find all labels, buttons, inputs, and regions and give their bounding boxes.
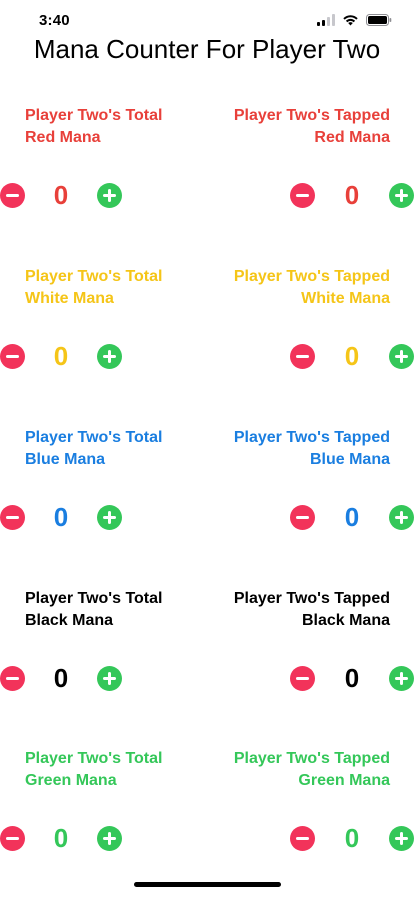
- total-red-mana-label: Player Two's Total Red Mana: [25, 105, 162, 149]
- total-green-mana-label: Player Two's Total Green Mana: [25, 748, 162, 792]
- battery-icon: [366, 14, 392, 26]
- total-green-mana-value: 0: [53, 823, 69, 853]
- plus-circle-icon: [97, 666, 122, 691]
- plus-circle-icon: [389, 826, 414, 851]
- tapped-black-mana-label: Player Two's Tapped Black Mana: [234, 588, 390, 632]
- mana-row-blue: Player Two's Total Blue Mana 0 Player Two's…: [0, 427, 414, 588]
- tapped-green-mana-value: 0: [344, 823, 360, 853]
- status-icons: [317, 14, 392, 26]
- total-black-decrement-button[interactable]: [0, 666, 25, 691]
- total-blue-decrement-button[interactable]: [0, 505, 25, 530]
- minus-circle-icon: [0, 826, 25, 851]
- plus-circle-icon: [97, 183, 122, 208]
- label-line: White Mana: [301, 290, 390, 307]
- mana-row-red: Player Two's Total Red Mana 0 Player Two's …: [0, 105, 414, 266]
- tapped-blue-increment-button[interactable]: [389, 505, 414, 530]
- label-line: Green Mana: [298, 772, 390, 789]
- tapped-white-increment-button[interactable]: [389, 344, 414, 369]
- tapped-white-decrement-button[interactable]: [290, 344, 315, 369]
- label-line: Player Two's Total: [25, 750, 163, 767]
- total-green-increment-button[interactable]: [97, 826, 122, 851]
- home-indicator[interactable]: [134, 882, 281, 887]
- plus-circle-icon: [97, 505, 122, 530]
- label-line: Player Two's Total: [25, 268, 163, 285]
- label-line: Player Two's Tapped: [233, 429, 390, 446]
- total-white-mana-label: Player Two's Total White Mana: [25, 266, 162, 310]
- label-line: Red Mana: [25, 129, 101, 146]
- tapped-black-mana-value: 0: [344, 663, 360, 693]
- minus-circle-icon: [0, 344, 25, 369]
- tapped-blue-decrement-button[interactable]: [290, 505, 315, 530]
- total-black-mana-label: Player Two's Total Black Mana: [25, 588, 162, 632]
- tapped-blue-mana-label: Player Two's Tapped Blue Mana: [234, 427, 390, 471]
- total-black-mana-value: 0: [53, 663, 69, 693]
- wifi-icon: [343, 15, 358, 26]
- cellular-signal-icon: [317, 14, 335, 26]
- total-blue-mana-value: 0: [53, 502, 69, 532]
- label-line: Green Mana: [25, 772, 117, 789]
- minus-circle-icon: [290, 344, 315, 369]
- tapped-red-decrement-button[interactable]: [290, 183, 315, 208]
- label-line: Black Mana: [301, 612, 390, 629]
- label-line: Red Mana: [314, 129, 390, 146]
- minus-circle-icon: [290, 666, 315, 691]
- plus-circle-icon: [389, 344, 414, 369]
- label-line: Player Two's Tapped: [233, 107, 390, 124]
- total-white-decrement-button[interactable]: [0, 344, 25, 369]
- label-line: Blue Mana: [25, 451, 106, 468]
- tapped-green-decrement-button[interactable]: [290, 826, 315, 851]
- label-line: White Mana: [25, 290, 114, 307]
- tapped-white-mana-value: 0: [344, 341, 360, 371]
- total-red-mana-value: 0: [53, 180, 69, 210]
- minus-circle-icon: [290, 183, 315, 208]
- tapped-green-increment-button[interactable]: [389, 826, 414, 851]
- plus-circle-icon: [389, 183, 414, 208]
- total-blue-mana-label: Player Two's Total Blue Mana: [25, 427, 162, 471]
- tapped-green-mana-label: Player Two's Tapped Green Mana: [234, 748, 390, 792]
- minus-circle-icon: [0, 666, 25, 691]
- total-black-increment-button[interactable]: [97, 666, 122, 691]
- tapped-red-mana-label: Player Two's Tapped Red Mana: [234, 105, 390, 149]
- label-line: Player Two's Total: [25, 107, 163, 124]
- status-time: 3:40: [39, 12, 70, 29]
- total-green-decrement-button[interactable]: [0, 826, 25, 851]
- label-line: Player Two's Total: [25, 429, 163, 446]
- mana-row-black: Player Two's Total Black Mana 0 Player Two'…: [0, 588, 414, 749]
- tapped-red-mana-value: 0: [344, 180, 360, 210]
- total-white-increment-button[interactable]: [97, 344, 122, 369]
- plus-circle-icon: [389, 505, 414, 530]
- label-line: Player Two's Tapped: [233, 268, 390, 285]
- total-red-increment-button[interactable]: [97, 183, 122, 208]
- mana-row-white: Player Two's Total White Mana 0 Player Two'…: [0, 266, 414, 427]
- total-white-mana-value: 0: [53, 341, 69, 371]
- total-red-decrement-button[interactable]: [0, 183, 25, 208]
- tapped-black-decrement-button[interactable]: [290, 666, 315, 691]
- label-line: Player Two's Tapped: [233, 590, 390, 607]
- total-blue-increment-button[interactable]: [97, 505, 122, 530]
- label-line: Player Two's Total: [25, 590, 163, 607]
- plus-circle-icon: [389, 666, 414, 691]
- minus-circle-icon: [0, 505, 25, 530]
- label-line: Blue Mana: [309, 451, 390, 468]
- minus-circle-icon: [0, 183, 25, 208]
- plus-circle-icon: [97, 344, 122, 369]
- label-line: Player Two's Tapped: [233, 750, 390, 767]
- tapped-white-mana-label: Player Two's Tapped White Mana: [234, 266, 390, 310]
- minus-circle-icon: [290, 826, 315, 851]
- page-title: Mana Counter For Player Two: [33, 34, 381, 64]
- minus-circle-icon: [290, 505, 315, 530]
- tapped-red-increment-button[interactable]: [389, 183, 414, 208]
- plus-circle-icon: [97, 826, 122, 851]
- tapped-black-increment-button[interactable]: [389, 666, 414, 691]
- tapped-blue-mana-value: 0: [344, 502, 360, 532]
- label-line: Black Mana: [25, 612, 114, 629]
